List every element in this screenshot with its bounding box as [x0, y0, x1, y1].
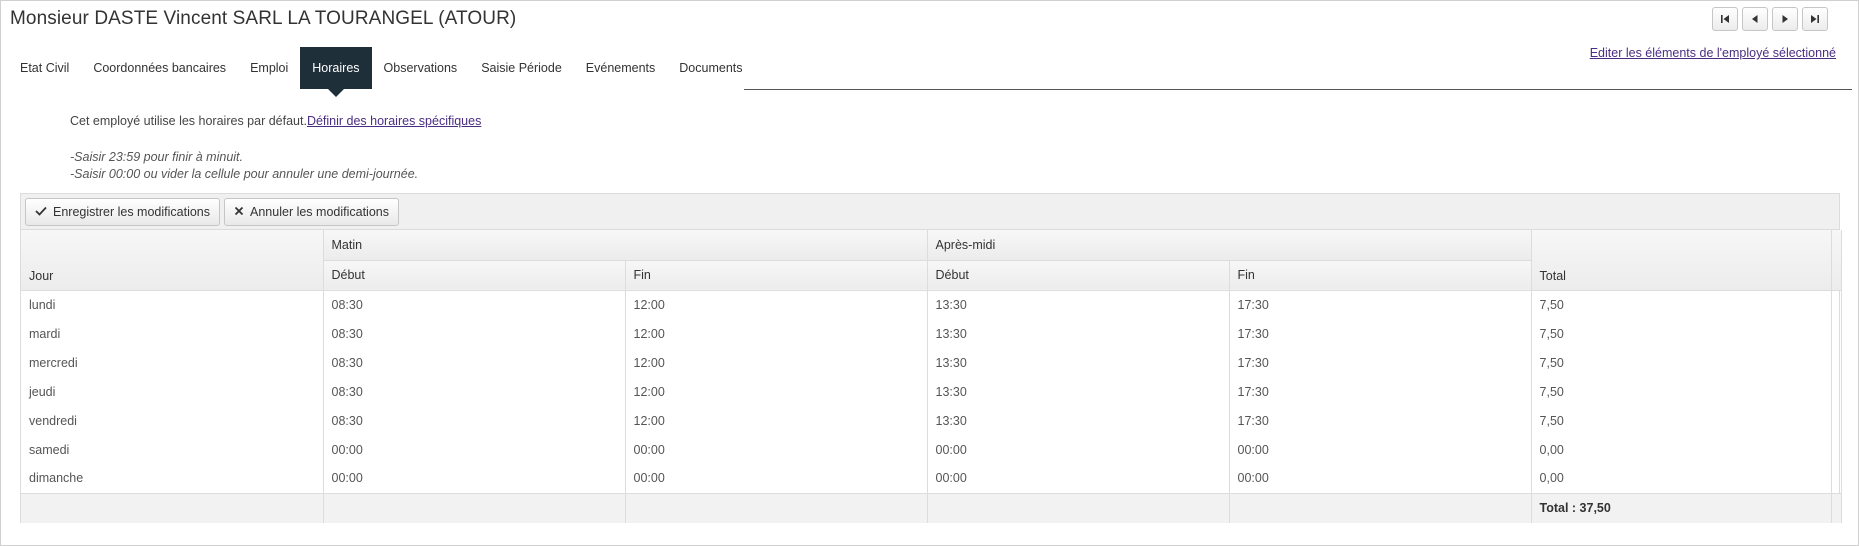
afternoon-end-cell[interactable]: 17:30: [1229, 290, 1532, 319]
total-cell: 7,50: [1531, 406, 1832, 435]
morning-end-cell[interactable]: 00:00: [625, 435, 928, 464]
day-cell: mercredi: [21, 348, 324, 377]
tab-evenements[interactable]: Evénements: [574, 47, 667, 89]
morning-end-cell[interactable]: 12:00: [625, 406, 928, 435]
day-cell: jeudi: [21, 377, 324, 406]
edit-employee-link[interactable]: Editer les éléments de l'employé sélecti…: [1590, 46, 1836, 60]
morning-start-cell[interactable]: 08:30: [323, 377, 626, 406]
afternoon-end-cell[interactable]: 17:30: [1229, 377, 1532, 406]
afternoon-end-cell[interactable]: 00:00: [1229, 435, 1532, 464]
table-row: samedi 00:00 00:00 00:00 00:00 0,00: [21, 435, 1842, 464]
tab-coordonnees-bancaires[interactable]: Coordonnées bancaires: [81, 47, 238, 89]
afternoon-start-cell[interactable]: 00:00: [927, 464, 1230, 493]
afternoon-end-cell[interactable]: 00:00: [1229, 464, 1532, 493]
morning-start-cell[interactable]: 08:30: [323, 348, 626, 377]
total-cell: 7,50: [1531, 290, 1832, 319]
afternoon-start-cell[interactable]: 13:30: [927, 406, 1230, 435]
afternoon-end-cell[interactable]: 17:30: [1229, 348, 1532, 377]
day-cell: lundi: [21, 290, 324, 319]
afternoon-start-cell[interactable]: 13:30: [927, 319, 1230, 348]
check-icon: [35, 204, 47, 219]
save-changes-button[interactable]: Enregistrer les modifications: [25, 197, 221, 226]
previous-record-button[interactable]: [1742, 7, 1768, 31]
tab-observations[interactable]: Observations: [372, 47, 470, 89]
afternoon-start-cell[interactable]: 13:30: [927, 377, 1230, 406]
tab-saisie-periode[interactable]: Saisie Période: [469, 47, 574, 89]
tab-documents[interactable]: Documents: [667, 47, 754, 89]
tab-etat-civil[interactable]: Etat Civil: [8, 47, 81, 89]
group-header-apres-midi: Après-midi: [927, 230, 1532, 261]
last-record-button[interactable]: [1802, 7, 1828, 31]
schedule-grid: Enregistrer les modifications Annuler le…: [20, 193, 1842, 523]
morning-start-cell[interactable]: 08:30: [323, 406, 626, 435]
day-cell: vendredi: [21, 406, 324, 435]
cancel-changes-button[interactable]: Annuler les modifications: [224, 197, 399, 226]
schedule-table: Jour Matin Après-midi Total Début Fin Dé…: [21, 230, 1842, 523]
group-header-matin: Matin: [323, 230, 928, 261]
column-header-total[interactable]: Total: [1531, 230, 1832, 291]
default-schedule-notice: Cet employé utilise les horaires par déf…: [70, 114, 481, 128]
afternoon-start-cell[interactable]: 13:30: [927, 290, 1230, 319]
last-icon: [1810, 14, 1820, 24]
close-icon: [234, 204, 244, 219]
day-cell: mardi: [21, 319, 324, 348]
table-row: jeudi 08:30 12:00 13:30 17:30 7,50: [21, 377, 1842, 406]
tab-emploi[interactable]: Emploi: [238, 47, 300, 89]
notice-text: Cet employé utilise les horaires par déf…: [70, 114, 307, 128]
footer-total: Total : 37,50: [1531, 492, 1832, 523]
column-header-jour[interactable]: Jour: [21, 230, 324, 291]
afternoon-end-cell[interactable]: 17:30: [1229, 319, 1532, 348]
save-changes-label: Enregistrer les modifications: [53, 204, 211, 219]
afternoon-start-cell[interactable]: 00:00: [927, 435, 1230, 464]
first-record-button[interactable]: [1712, 7, 1738, 31]
morning-start-cell[interactable]: 08:30: [323, 290, 626, 319]
cancel-changes-label: Annuler les modifications: [250, 204, 389, 219]
table-row: mardi 08:30 12:00 13:30 17:30 7,50: [21, 319, 1842, 348]
morning-end-cell[interactable]: 00:00: [625, 464, 928, 493]
morning-end-cell[interactable]: 12:00: [625, 290, 928, 319]
total-cell: 0,00: [1531, 464, 1832, 493]
afternoon-start-cell[interactable]: 13:30: [927, 348, 1230, 377]
grid-toolbar: Enregistrer les modifications Annuler le…: [21, 194, 1839, 230]
morning-end-cell[interactable]: 12:00: [625, 348, 928, 377]
table-row: lundi 08:30 12:00 13:30 17:30 7,50: [21, 290, 1842, 319]
morning-start-cell[interactable]: 00:00: [323, 464, 626, 493]
record-navigation: [1712, 7, 1828, 31]
morning-start-cell[interactable]: 08:30: [323, 319, 626, 348]
next-record-button[interactable]: [1772, 7, 1798, 31]
morning-end-cell[interactable]: 12:00: [625, 319, 928, 348]
prev-icon: [1750, 14, 1760, 24]
afternoon-end-cell[interactable]: 17:30: [1229, 406, 1532, 435]
tab-horaires[interactable]: Horaires: [300, 47, 372, 97]
scrollbar-gutter: [1831, 230, 1842, 291]
define-specific-schedule-link[interactable]: Définir des horaires spécifiques: [307, 114, 481, 128]
tab-bar: Etat Civil Coordonnées bancaires Emploi …: [8, 47, 755, 97]
first-icon: [1720, 14, 1730, 24]
column-header-apres-midi-debut[interactable]: Début: [927, 260, 1230, 291]
table-footer-row: Total : 37,50: [21, 492, 1842, 523]
day-cell: dimanche: [21, 464, 324, 493]
table-row: mercredi 08:30 12:00 13:30 17:30 7,50: [21, 348, 1842, 377]
page-title: Monsieur DASTE Vincent SARL LA TOURANGEL…: [10, 8, 517, 29]
column-header-apres-midi-fin[interactable]: Fin: [1229, 260, 1532, 291]
table-row: dimanche 00:00 00:00 00:00 00:00 0,00: [21, 464, 1842, 493]
morning-start-cell[interactable]: 00:00: [323, 435, 626, 464]
table-row: vendredi 08:30 12:00 13:30 17:30 7,50: [21, 406, 1842, 435]
hint-cancel-half-day: -Saisir 00:00 ou vider la cellule pour a…: [70, 167, 419, 181]
total-cell: 7,50: [1531, 348, 1832, 377]
total-cell: 0,00: [1531, 435, 1832, 464]
next-icon: [1780, 14, 1790, 24]
morning-end-cell[interactable]: 12:00: [625, 377, 928, 406]
day-cell: samedi: [21, 435, 324, 464]
hint-midnight: -Saisir 23:59 pour finir à minuit.: [70, 150, 243, 164]
column-header-matin-debut[interactable]: Début: [323, 260, 626, 291]
tab-divider: [744, 89, 1852, 90]
total-cell: 7,50: [1531, 377, 1832, 406]
column-header-matin-fin[interactable]: Fin: [625, 260, 928, 291]
total-cell: 7,50: [1531, 319, 1832, 348]
